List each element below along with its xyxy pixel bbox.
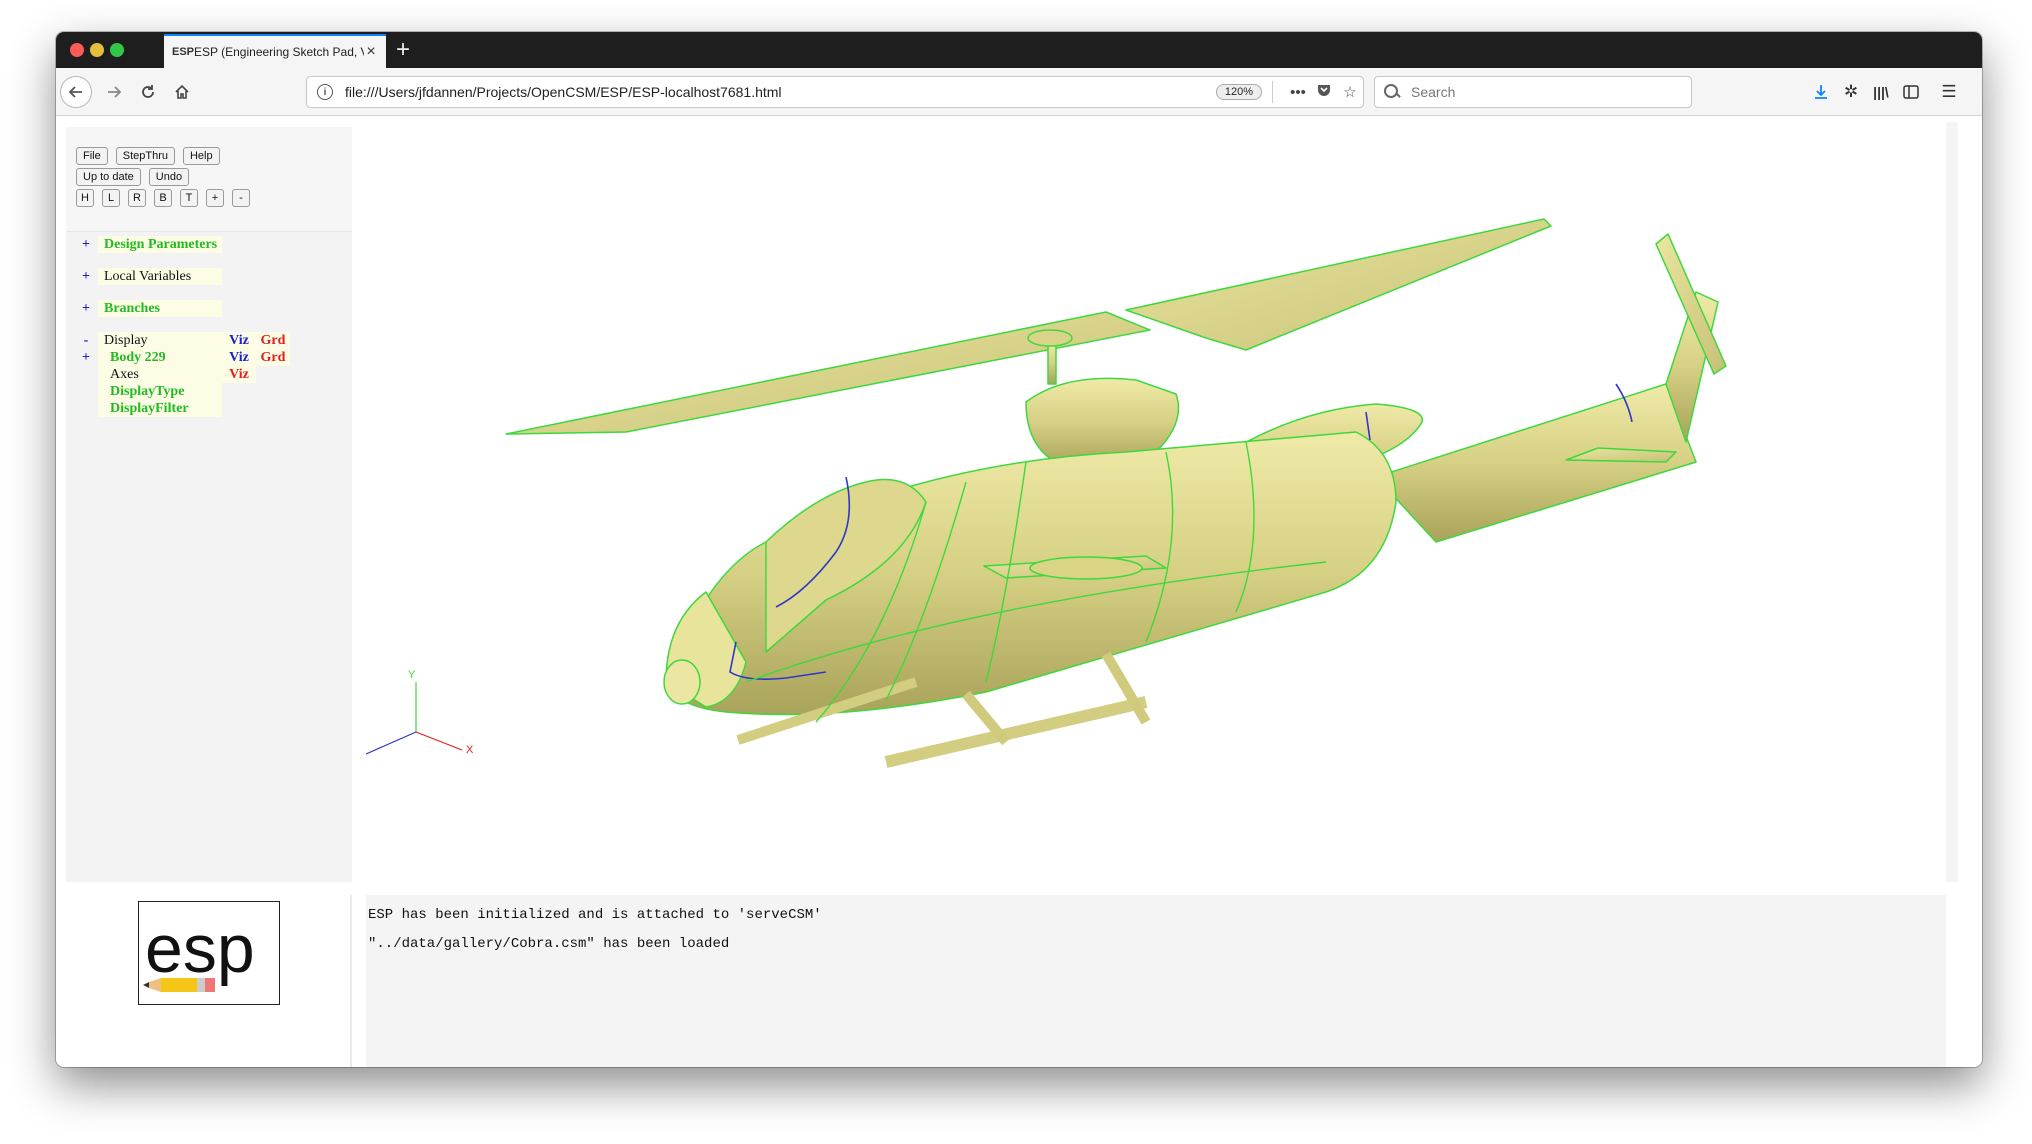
view-top-button[interactable]: T: [180, 189, 198, 207]
esp-logo: esp: [138, 901, 280, 1005]
tree-label[interactable]: Axes: [98, 366, 222, 383]
browser-window: ESP ESP (Engineering Sketch Pad, V1 × + …: [56, 32, 1982, 1067]
tree-row-branches[interactable]: + Branches: [74, 300, 222, 317]
hamburger-menu-icon[interactable]: ☰: [1936, 80, 1962, 104]
navigation-bar: i file:///Users/jfdannen/Projects/OpenCS…: [56, 68, 1982, 116]
url-bar[interactable]: i file:///Users/jfdannen/Projects/OpenCS…: [306, 76, 1364, 108]
page-actions-icon[interactable]: •••: [1285, 84, 1311, 101]
close-tab-icon[interactable]: ×: [364, 43, 378, 61]
info-icon[interactable]: i: [317, 84, 333, 100]
axis-x-label: X: [466, 744, 474, 756]
downloads-icon[interactable]: [1808, 80, 1834, 104]
tree-row-design-parameters[interactable]: + Design Parameters: [74, 236, 222, 253]
forward-arrow-icon: [108, 86, 122, 98]
view-bottom-button[interactable]: B: [154, 189, 172, 207]
esp-page: File StepThru Help Up to date Undo H L R…: [56, 117, 1982, 1067]
tree-label[interactable]: Design Parameters: [98, 236, 222, 253]
new-tab-button[interactable]: +: [396, 36, 410, 64]
pocket-icon[interactable]: [1311, 82, 1337, 102]
reload-icon: [142, 85, 154, 98]
message-console: ESP has been initialized and is attached…: [366, 895, 1946, 1067]
tree-label[interactable]: Branches: [98, 300, 222, 317]
zoom-out-button[interactable]: -: [232, 189, 250, 207]
viz-toggle[interactable]: Viz: [222, 366, 256, 383]
help-button[interactable]: Help: [182, 147, 220, 165]
tree-row-display-filter[interactable]: DisplayFilter: [74, 400, 222, 417]
expand-toggle[interactable]: +: [74, 269, 98, 285]
logo-text: esp: [145, 911, 255, 987]
forward-button[interactable]: [98, 76, 130, 108]
view-right-button[interactable]: R: [128, 189, 146, 207]
bookmark-star-icon[interactable]: ☆: [1337, 83, 1363, 101]
left-panel: File StepThru Help Up to date Undo H L R…: [66, 127, 352, 882]
axis-y-label: Y: [408, 669, 416, 681]
view-button-row: H L R B T + -: [76, 189, 250, 207]
back-button[interactable]: [60, 76, 92, 108]
view-left-button[interactable]: L: [102, 189, 120, 207]
expand-toggle[interactable]: +: [74, 237, 98, 253]
sidebar-icon[interactable]: [1898, 80, 1924, 104]
tree-label[interactable]: DisplayFilter: [98, 400, 222, 417]
tree-row-local-variables[interactable]: + Local Variables: [74, 268, 222, 285]
message-line: "../data/gallery/Cobra.csm" has been loa…: [368, 936, 730, 952]
minimize-window-button[interactable]: [90, 43, 104, 57]
reload-button[interactable]: [132, 76, 164, 108]
up-to-date-button[interactable]: Up to date: [76, 168, 141, 186]
library-icon[interactable]: |||\: [1868, 80, 1894, 104]
message-line: ESP has been initialized and is attached…: [368, 907, 822, 923]
tree-label[interactable]: DisplayType: [98, 383, 222, 400]
search-input[interactable]: Search: [1374, 76, 1692, 108]
file-button[interactable]: File: [76, 147, 108, 165]
home-icon: [175, 84, 189, 99]
home-button[interactable]: [166, 76, 198, 108]
close-window-button[interactable]: [70, 43, 84, 57]
undo-button[interactable]: Undo: [148, 168, 190, 186]
tree-label[interactable]: Local Variables: [98, 268, 222, 285]
graphics-viewport[interactable]: X Y: [365, 122, 1958, 882]
esp-logo-graphic: esp: [143, 911, 255, 992]
main-button-row: File StepThru Help: [76, 147, 220, 165]
esp-favicon-icon: ESP: [172, 46, 195, 58]
viz-toggle[interactable]: Viz: [222, 349, 256, 366]
view-home-button[interactable]: H: [76, 189, 94, 207]
search-icon: [1383, 83, 1401, 101]
back-arrow-icon: [68, 86, 82, 98]
collapse-toggle[interactable]: -: [74, 333, 98, 349]
state-button-row: Up to date Undo: [76, 168, 190, 186]
tab-title: ESP (Engineering Sketch Pad, V1: [194, 45, 364, 59]
tree-row-body[interactable]: + Body 229 Viz Grd: [74, 349, 290, 366]
tab-bar: ESP ESP (Engineering Sketch Pad, V1 × +: [56, 32, 1982, 68]
tree-row-display-type[interactable]: DisplayType: [74, 383, 222, 400]
url-text[interactable]: file:///Users/jfdannen/Projects/OpenCSM/…: [345, 84, 1216, 100]
tree-row-axes[interactable]: Axes Viz: [74, 366, 256, 383]
url-divider: [1272, 81, 1273, 103]
grd-toggle[interactable]: Grd: [256, 332, 290, 349]
grd-toggle[interactable]: Grd: [256, 349, 290, 366]
extension-gear-icon[interactable]: ✲: [1838, 80, 1864, 104]
maximize-window-button[interactable]: [110, 43, 124, 57]
helicopter-model[interactable]: X Y: [365, 122, 1946, 882]
tree-panel: + Design Parameters + Local Variables + …: [66, 231, 352, 882]
expand-toggle[interactable]: +: [74, 350, 98, 366]
search-placeholder: Search: [1411, 84, 1456, 100]
viz-toggle[interactable]: Viz: [222, 332, 256, 349]
stepthru-button[interactable]: StepThru: [115, 147, 175, 165]
tab-esp[interactable]: ESP ESP (Engineering Sketch Pad, V1 ×: [164, 34, 386, 68]
tree-label[interactable]: Display: [98, 332, 222, 349]
zoom-level-badge[interactable]: 120%: [1215, 84, 1262, 100]
zoom-in-button[interactable]: +: [206, 189, 224, 207]
expand-toggle[interactable]: +: [74, 301, 98, 317]
logo-panel: esp: [66, 895, 352, 1067]
tree-row-display[interactable]: - Display Viz Grd: [74, 332, 290, 349]
tree-label[interactable]: Body 229: [98, 349, 222, 366]
